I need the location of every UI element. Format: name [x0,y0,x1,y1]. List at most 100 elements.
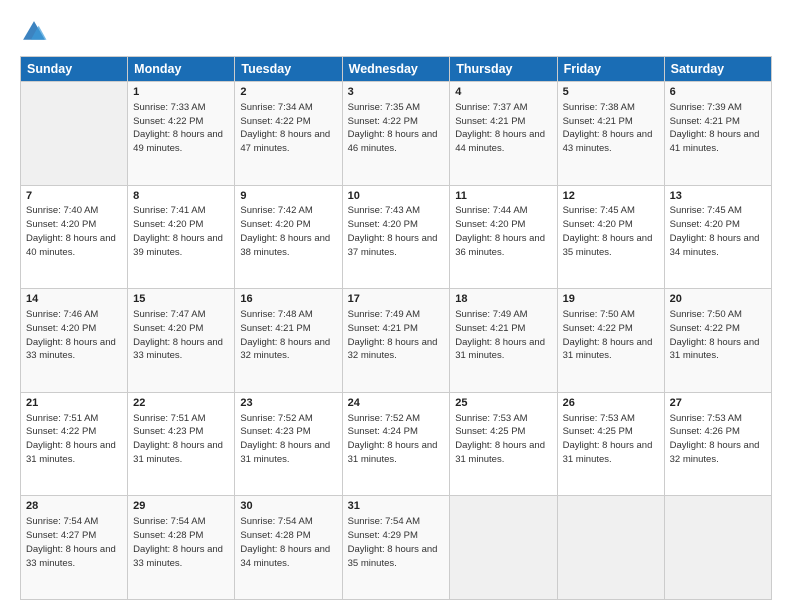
calendar-cell: 20Sunrise: 7:50 AMSunset: 4:22 PMDayligh… [664,289,771,393]
weekday-row: SundayMondayTuesdayWednesdayThursdayFrid… [21,57,772,82]
logo-icon [20,18,48,46]
cell-content: Sunrise: 7:49 AMSunset: 4:21 PMDaylight:… [455,309,545,361]
cell-content: Sunrise: 7:53 AMSunset: 4:26 PMDaylight:… [670,413,760,465]
day-number: 8 [133,189,229,204]
day-number: 26 [563,396,659,411]
calendar-cell: 25 Sunrise: 7:53 AMSunset: 4:25 PMDayligh… [450,392,557,496]
day-number: 20 [670,292,766,307]
calendar-header: SundayMondayTuesdayWednesdayThursdayFrid… [21,57,772,82]
day-number: 29 [133,499,229,514]
calendar-cell [450,496,557,600]
calendar-cell [664,496,771,600]
day-number: 16 [240,292,336,307]
calendar-cell: 4Sunrise: 7:37 AMSunset: 4:21 PMDaylight… [450,82,557,186]
day-number: 4 [455,85,551,100]
day-number: 11 [455,189,551,204]
cell-content: Sunrise: 7:54 AMSunset: 4:27 PMDaylight:… [26,516,116,568]
calendar-cell: 1 Sunrise: 7:33 AMSunset: 4:22 PMDaylight… [128,82,235,186]
cell-content: Sunrise: 7:52 AMSunset: 4:24 PMDaylight:… [348,413,438,465]
calendar-cell: 10Sunrise: 7:43 AMSunset: 4:20 PMDayligh… [342,185,450,289]
day-number: 30 [240,499,336,514]
cell-content: Sunrise: 7:51 AMSunset: 4:22 PMDaylight:… [26,413,116,465]
calendar-cell [21,82,128,186]
day-number: 18 [455,292,551,307]
day-number: 5 [563,85,659,100]
calendar-cell: 15 Sunrise: 7:47 AMSunset: 4:20 PMDayligh… [128,289,235,393]
cell-content: Sunrise: 7:41 AMSunset: 4:20 PMDaylight:… [133,205,223,257]
calendar-cell: 31 Sunrise: 7:54 AMSunset: 4:29 PMDayligh… [342,496,450,600]
calendar-cell: 28 Sunrise: 7:54 AMSunset: 4:27 PMDayligh… [21,496,128,600]
cell-content: Sunrise: 7:50 AMSunset: 4:22 PMDaylight:… [563,309,653,361]
calendar-cell: 21 Sunrise: 7:51 AMSunset: 4:22 PMDayligh… [21,392,128,496]
calendar-cell: 27 Sunrise: 7:53 AMSunset: 4:26 PMDayligh… [664,392,771,496]
calendar-cell: 8Sunrise: 7:41 AMSunset: 4:20 PMDaylight… [128,185,235,289]
day-number: 9 [240,189,336,204]
cell-content: Sunrise: 7:44 AMSunset: 4:20 PMDaylight:… [455,205,545,257]
calendar-cell: 23 Sunrise: 7:52 AMSunset: 4:23 PMDayligh… [235,392,342,496]
page: SundayMondayTuesdayWednesdayThursdayFrid… [0,0,792,612]
cell-content: Sunrise: 7:34 AMSunset: 4:22 PMDaylight:… [240,102,330,154]
cell-content: Sunrise: 7:54 AMSunset: 4:28 PMDaylight:… [133,516,223,568]
day-number: 13 [670,189,766,204]
cell-content: Sunrise: 7:35 AMSunset: 4:22 PMDaylight:… [348,102,438,154]
calendar-cell: 7Sunrise: 7:40 AMSunset: 4:20 PMDaylight… [21,185,128,289]
day-number: 21 [26,396,122,411]
cell-content: Sunrise: 7:45 AMSunset: 4:20 PMDaylight:… [563,205,653,257]
calendar-cell: 13Sunrise: 7:45 AMSunset: 4:20 PMDayligh… [664,185,771,289]
cell-content: Sunrise: 7:54 AMSunset: 4:29 PMDaylight:… [348,516,438,568]
cell-content: Sunrise: 7:33 AMSunset: 4:22 PMDaylight:… [133,102,223,154]
day-number: 24 [348,396,445,411]
calendar-cell: 26Sunrise: 7:53 AMSunset: 4:25 PMDayligh… [557,392,664,496]
cell-content: Sunrise: 7:40 AMSunset: 4:20 PMDaylight:… [26,205,116,257]
day-number: 31 [348,499,445,514]
logo [20,18,52,46]
day-number: 28 [26,499,122,514]
cell-content: Sunrise: 7:45 AMSunset: 4:20 PMDaylight:… [670,205,760,257]
day-number: 12 [563,189,659,204]
calendar-cell: 9Sunrise: 7:42 AMSunset: 4:20 PMDaylight… [235,185,342,289]
calendar-cell: 2 Sunrise: 7:34 AMSunset: 4:22 PMDaylight… [235,82,342,186]
day-number: 15 [133,292,229,307]
day-number: 1 [133,85,229,100]
day-number: 7 [26,189,122,204]
cell-content: Sunrise: 7:51 AMSunset: 4:23 PMDaylight:… [133,413,223,465]
calendar-cell: 12Sunrise: 7:45 AMSunset: 4:20 PMDayligh… [557,185,664,289]
weekday-header: Tuesday [235,57,342,82]
calendar-cell: 6Sunrise: 7:39 AMSunset: 4:21 PMDaylight… [664,82,771,186]
calendar-cell: 19 Sunrise: 7:50 AMSunset: 4:22 PMDayligh… [557,289,664,393]
calendar-cell: 16Sunrise: 7:48 AMSunset: 4:21 PMDayligh… [235,289,342,393]
cell-content: Sunrise: 7:47 AMSunset: 4:20 PMDaylight:… [133,309,223,361]
weekday-header: Saturday [664,57,771,82]
cell-content: Sunrise: 7:39 AMSunset: 4:21 PMDaylight:… [670,102,760,154]
day-number: 19 [563,292,659,307]
header [20,18,772,46]
day-number: 25 [455,396,551,411]
calendar-cell: 18 Sunrise: 7:49 AMSunset: 4:21 PMDayligh… [450,289,557,393]
cell-content: Sunrise: 7:42 AMSunset: 4:20 PMDaylight:… [240,205,330,257]
calendar-week-row: 28 Sunrise: 7:54 AMSunset: 4:27 PMDayligh… [21,496,772,600]
calendar-week-row: 7Sunrise: 7:40 AMSunset: 4:20 PMDaylight… [21,185,772,289]
calendar-week-row: 21 Sunrise: 7:51 AMSunset: 4:22 PMDayligh… [21,392,772,496]
weekday-header: Sunday [21,57,128,82]
day-number: 10 [348,189,445,204]
calendar-cell [557,496,664,600]
weekday-header: Friday [557,57,664,82]
calendar-week-row: 1 Sunrise: 7:33 AMSunset: 4:22 PMDaylight… [21,82,772,186]
calendar-cell: 14Sunrise: 7:46 AMSunset: 4:20 PMDayligh… [21,289,128,393]
calendar-cell: 22Sunrise: 7:51 AMSunset: 4:23 PMDayligh… [128,392,235,496]
day-number: 27 [670,396,766,411]
cell-content: Sunrise: 7:52 AMSunset: 4:23 PMDaylight:… [240,413,330,465]
day-number: 2 [240,85,336,100]
calendar-cell: 29 Sunrise: 7:54 AMSunset: 4:28 PMDayligh… [128,496,235,600]
weekday-header: Monday [128,57,235,82]
calendar-cell: 24 Sunrise: 7:52 AMSunset: 4:24 PMDayligh… [342,392,450,496]
cell-content: Sunrise: 7:38 AMSunset: 4:21 PMDaylight:… [563,102,653,154]
calendar-cell: 17Sunrise: 7:49 AMSunset: 4:21 PMDayligh… [342,289,450,393]
cell-content: Sunrise: 7:53 AMSunset: 4:25 PMDaylight:… [455,413,545,465]
calendar-body: 1 Sunrise: 7:33 AMSunset: 4:22 PMDaylight… [21,82,772,600]
calendar-cell: 30Sunrise: 7:54 AMSunset: 4:28 PMDayligh… [235,496,342,600]
weekday-header: Thursday [450,57,557,82]
day-number: 17 [348,292,445,307]
day-number: 23 [240,396,336,411]
calendar-cell: 11Sunrise: 7:44 AMSunset: 4:20 PMDayligh… [450,185,557,289]
